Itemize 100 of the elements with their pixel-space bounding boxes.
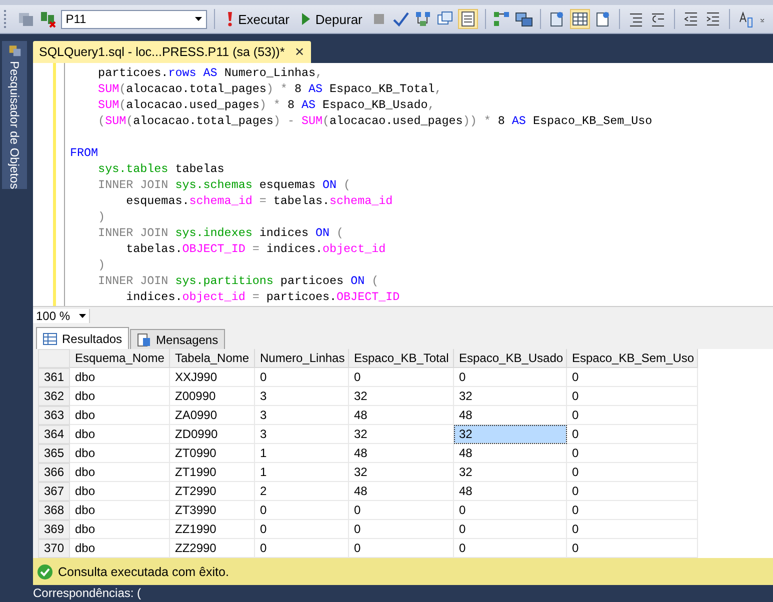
table-cell: 0 (454, 368, 567, 387)
table-cell: 0 (255, 368, 349, 387)
table-cell: 3 (255, 425, 349, 444)
table-cell: 3 (255, 406, 349, 425)
table-cell: 0 (567, 425, 698, 444)
table-cell: XXJ990 (170, 368, 255, 387)
code-line: INNER JOIN sys.indexes indices ON ( (97, 225, 345, 241)
table-cell: dbo (70, 406, 170, 425)
code-line: esquemas.schema_id = tabelas.schema_id (125, 193, 394, 209)
table-cell: 0 (349, 368, 454, 387)
table-cell: ZA0990 (170, 406, 255, 425)
status-message: Consulta executada com êxito. (58, 564, 229, 578)
grid-icon (43, 332, 57, 344)
document-icon (137, 332, 152, 346)
row-number[interactable]: 364 (38, 425, 70, 444)
diagram-icon[interactable] (493, 10, 512, 28)
row-number[interactable]: 367 (38, 482, 70, 501)
table-cell: ZT0990 (170, 444, 255, 463)
table-cell: dbo (70, 463, 170, 482)
table-cell: 0 (349, 520, 454, 539)
code-line: sys.tables tabelas (97, 161, 226, 177)
results-text-icon[interactable] (459, 10, 478, 28)
table-cell: dbo (70, 444, 170, 463)
column-header[interactable]: Esquema_Nome (70, 349, 170, 368)
column-header[interactable]: Tabela_Nome (170, 349, 255, 368)
table-cell: 32 (454, 425, 567, 444)
object-explorer-tab[interactable]: Pesquisador de Objetos (2, 41, 27, 189)
code-line: (SUM(alocacao.total_pages) - SUM(alocacao.used_pages)) * 8 AS Espaco_KB_Sem_Uso (97, 113, 652, 129)
table-cell: 0 (567, 463, 698, 482)
code-line: ) (97, 209, 106, 225)
code-line: SUM(alocacao.total_pages) * 8 AS Espaco_KB_Total, (97, 81, 443, 97)
zoom-dropdown[interactable]: 100 % (33, 308, 90, 322)
execute-button[interactable]: Executar (222, 8, 294, 30)
query-plan-icon[interactable] (414, 10, 432, 28)
table-cell: dbo (70, 520, 170, 539)
table-cell: 0 (567, 368, 698, 387)
table-cell: 1 (255, 463, 349, 482)
table-cell: 0 (567, 501, 698, 520)
database-dropdown[interactable]: P11 (60, 10, 208, 28)
table-cell: dbo (70, 387, 170, 406)
row-number[interactable]: 368 (38, 501, 70, 520)
table-cell: 32 (454, 463, 567, 482)
table-cell: 48 (349, 406, 454, 425)
table-cell: 3 (255, 387, 349, 406)
code-line: INNER JOIN sys.schemas esquemas ON ( (97, 177, 352, 193)
table-cell: ZT1990 (170, 463, 255, 482)
table-cell: 32 (349, 387, 454, 406)
code-line: SUM(alocacao.used_pages) * 8 AS Espaco_KB_Usado, (97, 97, 436, 113)
table-cell: 32 (349, 463, 454, 482)
code-line: INNER JOIN sys.partitions particoes ON ( (97, 273, 380, 289)
column-header[interactable]: Espaco_KB_Total (349, 349, 454, 368)
document-tab[interactable]: SQLQuery1.sql - loc...PRESS.P11 (sa (53))* ✕ (33, 41, 311, 63)
results-tab[interactable]: Resultados (36, 327, 130, 349)
table-cell: ZD0990 (170, 425, 255, 444)
table-cell: dbo (70, 501, 170, 520)
spellcheck-icon[interactable] (737, 10, 755, 28)
table-cell: 48 (454, 482, 567, 501)
table-cell: 0 (567, 387, 698, 406)
row-number[interactable]: 365 (38, 444, 70, 463)
table-cell: dbo (70, 425, 170, 444)
exclamation-icon (226, 11, 234, 27)
table-cell: 0 (567, 482, 698, 501)
row-number[interactable]: 361 (38, 368, 70, 387)
play-icon (301, 12, 312, 26)
table-cell: ZT2990 (170, 482, 255, 501)
monitors-icon[interactable] (515, 10, 534, 28)
table-cell: Z00990 (170, 387, 255, 406)
code-line: particoes.rows AS Numero_Linhas, (97, 65, 324, 81)
row-number[interactable]: 370 (38, 539, 70, 558)
table-cell: 0 (454, 520, 567, 539)
table-icon[interactable] (571, 10, 590, 28)
column-header[interactable]: Espaco_KB_Sem_Uso (567, 349, 698, 368)
table-cell: 48 (349, 482, 454, 501)
debug-button[interactable]: Depurar (297, 8, 366, 30)
disconnect-icon[interactable] (38, 10, 57, 28)
row-number[interactable]: 362 (38, 387, 70, 406)
table-cell: 0 (454, 501, 567, 520)
table-cell: 48 (454, 444, 567, 463)
matches-label: Correspondências: ( (33, 586, 142, 600)
table-cell: 0 (567, 406, 698, 425)
row-number[interactable]: 369 (38, 520, 70, 539)
code-line: indices.object_id = particoes.OBJECT_ID (125, 289, 401, 305)
table-cell: 1 (255, 444, 349, 463)
table-cell: 0 (349, 501, 454, 520)
row-number[interactable]: 363 (38, 406, 70, 425)
results-tab[interactable]: Mensagens (130, 329, 226, 349)
table-cell: 0 (255, 520, 349, 539)
code-line: FROM (70, 145, 100, 161)
close-icon[interactable]: ✕ (294, 45, 305, 59)
dropdown-arrow-icon[interactable] (195, 17, 202, 21)
server-icon (6, 44, 22, 57)
column-header[interactable]: Espaco_KB_Usado (454, 349, 567, 368)
table-cell: dbo (70, 482, 170, 501)
row-number[interactable]: 366 (38, 463, 70, 482)
column-header[interactable]: Numero_Linhas (255, 349, 349, 368)
table-cell: ZT3990 (170, 501, 255, 520)
table-cell: dbo (70, 368, 170, 387)
code-line: ) (97, 257, 106, 273)
table-cell: 48 (349, 444, 454, 463)
checkmark-icon[interactable] (392, 10, 410, 28)
